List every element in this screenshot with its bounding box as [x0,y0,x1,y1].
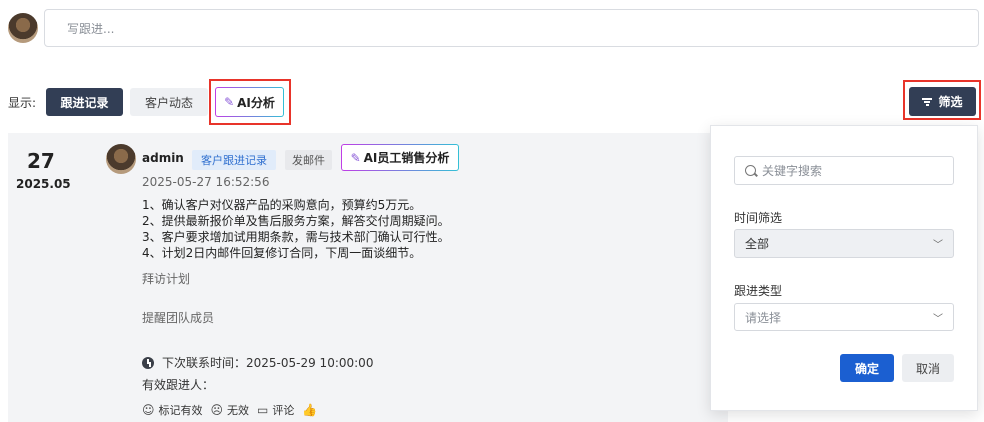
follow-type-label: 跟进类型 [734,284,783,298]
valid-followers: 有效跟进人： [142,378,215,392]
content-line: 4、计划2日内邮件回复修订合同，下周一面谈细节。 [142,246,422,260]
record-user: admin [142,151,184,165]
tab-ai-analysis-label: AI分析 [237,95,275,110]
follow-type-select[interactable]: 请选择 ﹀ [734,303,954,331]
confirm-button[interactable]: 确定 [840,354,894,382]
tab-ai-analysis[interactable]: ✎ AI分析 [215,87,284,117]
filter-icon [922,97,933,106]
record-year-month: 2025.05 [16,177,71,191]
compose-placeholder: 写跟进... [67,21,115,36]
comment-icon[interactable]: ▭ [257,403,268,417]
thumbs-up-icon[interactable]: 👍 [302,403,317,417]
record-content: 1、确认客户对仪器产品的采购意向，预算约5万元。 2、提供最新报价单及售后服务方… [142,197,450,261]
ai-sales-analysis-label: AI员工销售分析 [363,151,450,165]
mark-valid-link[interactable]: 标记有效 [159,402,203,418]
record-avatar [106,144,136,174]
remind-team: 提醒团队成员 [142,311,215,325]
magic-wand-icon: ✎ [224,95,235,109]
record-timestamp: 2025-05-27 16:52:56 [142,175,270,189]
visit-plan: 拜访计划 [142,272,191,286]
tab-customer-dynamics[interactable]: 客户动态 [130,88,208,116]
magic-wand-icon: ✎ [350,150,361,165]
filter-button-label: 筛选 [938,95,963,109]
next-contact: 下次联系时间：2025-05-29 10:00:00 [142,354,373,371]
next-contact-text: 下次联系时间：2025-05-29 10:00:00 [162,356,374,370]
cancel-button[interactable]: 取消 [902,354,954,382]
frown-icon[interactable]: ☹ [211,403,224,417]
display-label: 显示: [8,96,37,110]
content-line: 1、确认客户对仪器产品的采购意向，预算约5万元。 [142,198,422,212]
follow-type-placeholder: 请选择 [745,310,782,325]
record-type-tag: 客户跟进记录 [192,150,276,170]
ai-sales-analysis-button[interactable]: ✎ AI员工销售分析 [341,144,459,171]
tab-follow-records[interactable]: 跟进记录 [46,88,123,116]
time-filter-value: 全部 [745,237,770,251]
chevron-down-icon: ﹀ [933,313,943,325]
user-avatar [8,13,38,43]
chevron-down-icon: ﹀ [933,240,943,251]
record-card [8,133,728,422]
keyword-search-input[interactable]: 关键字搜索 [734,156,954,185]
time-filter-label: 时间筛选 [734,211,783,225]
smile-icon[interactable]: ☺ [142,403,155,417]
time-filter-select[interactable]: 全部 ﹀ [734,229,954,258]
record-actions: ☺ 标记有效 ☹ 无效 ▭ 评论 👍 [142,402,317,418]
keyword-search-placeholder: 关键字搜索 [762,164,823,178]
record-day: 27 [27,149,55,173]
search-icon [745,165,756,176]
clock-icon [142,356,154,369]
comment-link[interactable]: 评论 [272,402,294,418]
compose-input[interactable]: 写跟进... [44,9,979,47]
filter-button[interactable]: 筛选 [909,87,976,116]
record-mail-tag: 发邮件 [285,150,332,170]
invalid-link[interactable]: 无效 [227,402,249,418]
content-line: 2、提供最新报价单及售后服务方案，解答交付周期疑问。 [142,214,450,228]
content-line: 3、客户要求增加试用期条款，需与技术部门确认可行性。 [142,230,450,244]
